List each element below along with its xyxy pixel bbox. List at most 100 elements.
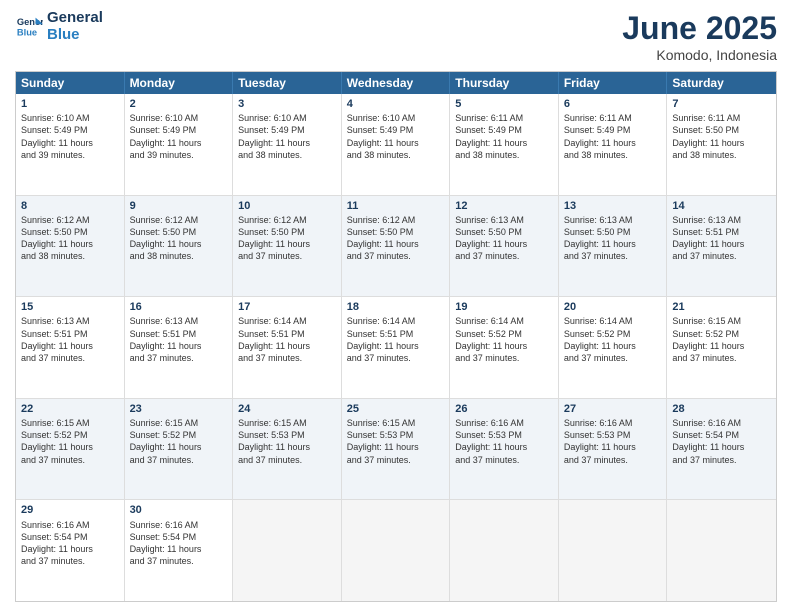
calendar: Sunday Monday Tuesday Wednesday Thursday… — [15, 71, 777, 602]
location: Komodo, Indonesia — [622, 47, 777, 63]
cell-info: Sunrise: 6:16 AMSunset: 5:54 PMDaylight:… — [130, 519, 228, 568]
cell-0-2: 3Sunrise: 6:10 AMSunset: 5:49 PMDaylight… — [233, 94, 342, 195]
week-row-1: 1Sunrise: 6:10 AMSunset: 5:49 PMDaylight… — [16, 94, 776, 196]
header-sunday: Sunday — [16, 72, 125, 94]
cell-info: Sunrise: 6:12 AMSunset: 5:50 PMDaylight:… — [238, 214, 336, 263]
cell-2-4: 19Sunrise: 6:14 AMSunset: 5:52 PMDayligh… — [450, 297, 559, 398]
cell-info: Sunrise: 6:12 AMSunset: 5:50 PMDaylight:… — [130, 214, 228, 263]
header: General Blue General Blue June 2025 Komo… — [15, 10, 777, 63]
cell-4-0: 29 Sunrise: 6:16 AMSunset: 5:54 PMDayligh… — [16, 500, 125, 601]
cell-1-3: 11Sunrise: 6:12 AMSunset: 5:50 PMDayligh… — [342, 196, 451, 297]
day-number: 14 — [672, 199, 771, 213]
cell-0-3: 4Sunrise: 6:10 AMSunset: 5:49 PMDaylight… — [342, 94, 451, 195]
day-number: 2 — [130, 97, 228, 111]
cell-info: Sunrise: 6:13 AMSunset: 5:51 PMDaylight:… — [130, 315, 228, 364]
calendar-header: Sunday Monday Tuesday Wednesday Thursday… — [16, 72, 776, 94]
day-number: 22 — [21, 402, 119, 416]
cell-2-6: 21Sunrise: 6:15 AMSunset: 5:52 PMDayligh… — [667, 297, 776, 398]
day-number: 16 — [130, 300, 228, 314]
day-number: 25 — [347, 402, 445, 416]
week-row-4: 22Sunrise: 6:15 AMSunset: 5:52 PMDayligh… — [16, 399, 776, 501]
cell-1-0: 8Sunrise: 6:12 AMSunset: 5:50 PMDaylight… — [16, 196, 125, 297]
cell-info: Sunrise: 6:10 AMSunset: 5:49 PMDaylight:… — [238, 112, 336, 161]
header-saturday: Saturday — [667, 72, 776, 94]
logo-wordmark: General Blue — [47, 10, 103, 43]
calendar-body: 1Sunrise: 6:10 AMSunset: 5:49 PMDaylight… — [16, 94, 776, 601]
day-number: 3 — [238, 97, 336, 111]
cell-1-2: 10Sunrise: 6:12 AMSunset: 5:50 PMDayligh… — [233, 196, 342, 297]
cell-3-6: 28Sunrise: 6:16 AMSunset: 5:54 PMDayligh… — [667, 399, 776, 500]
day-number: 4 — [347, 97, 445, 111]
cell-0-6: 7Sunrise: 6:11 AMSunset: 5:50 PMDaylight… — [667, 94, 776, 195]
week-row-5: 29 Sunrise: 6:16 AMSunset: 5:54 PMDayligh… — [16, 500, 776, 601]
cell-2-2: 17Sunrise: 6:14 AMSunset: 5:51 PMDayligh… — [233, 297, 342, 398]
cell-info: Sunrise: 6:15 AMSunset: 5:52 PMDaylight:… — [130, 417, 228, 466]
cell-info: Sunrise: 6:14 AMSunset: 5:51 PMDaylight:… — [347, 315, 445, 364]
cell-info: Sunrise: 6:13 AMSunset: 5:50 PMDaylight:… — [564, 214, 662, 263]
header-friday: Friday — [559, 72, 668, 94]
day-number: 24 — [238, 402, 336, 416]
logo-line1: General — [47, 10, 103, 27]
header-thursday: Thursday — [450, 72, 559, 94]
day-number: 28 — [672, 402, 771, 416]
cell-1-6: 14Sunrise: 6:13 AMSunset: 5:51 PMDayligh… — [667, 196, 776, 297]
logo: General Blue General Blue — [15, 10, 103, 43]
cell-0-0: 1Sunrise: 6:10 AMSunset: 5:49 PMDaylight… — [16, 94, 125, 195]
cell-info: Sunrise: 6:10 AMSunset: 5:49 PMDaylight:… — [347, 112, 445, 161]
cell-1-1: 9Sunrise: 6:12 AMSunset: 5:50 PMDaylight… — [125, 196, 234, 297]
day-number: 21 — [672, 300, 771, 314]
cell-info: Sunrise: 6:13 AMSunset: 5:51 PMDaylight:… — [672, 214, 771, 263]
cell-3-2: 24Sunrise: 6:15 AMSunset: 5:53 PMDayligh… — [233, 399, 342, 500]
day-number: 18 — [347, 300, 445, 314]
day-number: 29 — [21, 503, 119, 517]
svg-text:Blue: Blue — [17, 27, 37, 37]
cell-info: Sunrise: 6:16 AMSunset: 5:54 PMDaylight:… — [21, 519, 119, 568]
cell-2-0: 15Sunrise: 6:13 AMSunset: 5:51 PMDayligh… — [16, 297, 125, 398]
cell-4-4 — [450, 500, 559, 601]
cell-1-4: 12Sunrise: 6:13 AMSunset: 5:50 PMDayligh… — [450, 196, 559, 297]
week-row-3: 15Sunrise: 6:13 AMSunset: 5:51 PMDayligh… — [16, 297, 776, 399]
cell-info: Sunrise: 6:12 AMSunset: 5:50 PMDaylight:… — [21, 214, 119, 263]
cell-info: Sunrise: 6:10 AMSunset: 5:49 PMDaylight:… — [21, 112, 119, 161]
logo-line2: Blue — [47, 27, 103, 44]
day-number: 12 — [455, 199, 553, 213]
cell-4-2 — [233, 500, 342, 601]
page: General Blue General Blue June 2025 Komo… — [0, 0, 792, 612]
day-number: 8 — [21, 199, 119, 213]
cell-2-5: 20Sunrise: 6:14 AMSunset: 5:52 PMDayligh… — [559, 297, 668, 398]
cell-4-3 — [342, 500, 451, 601]
cell-info: Sunrise: 6:15 AMSunset: 5:52 PMDaylight:… — [672, 315, 771, 364]
cell-4-1: 30 Sunrise: 6:16 AMSunset: 5:54 PMDayligh… — [125, 500, 234, 601]
cell-info: Sunrise: 6:14 AMSunset: 5:52 PMDaylight:… — [564, 315, 662, 364]
cell-info: Sunrise: 6:12 AMSunset: 5:50 PMDaylight:… — [347, 214, 445, 263]
day-number: 20 — [564, 300, 662, 314]
cell-4-5 — [559, 500, 668, 601]
day-number: 1 — [21, 97, 119, 111]
cell-info: Sunrise: 6:15 AMSunset: 5:53 PMDaylight:… — [347, 417, 445, 466]
cell-info: Sunrise: 6:11 AMSunset: 5:49 PMDaylight:… — [455, 112, 553, 161]
header-wednesday: Wednesday — [342, 72, 451, 94]
cell-info: Sunrise: 6:13 AMSunset: 5:51 PMDaylight:… — [21, 315, 119, 364]
day-number: 10 — [238, 199, 336, 213]
cell-info: Sunrise: 6:13 AMSunset: 5:50 PMDaylight:… — [455, 214, 553, 263]
cell-3-0: 22Sunrise: 6:15 AMSunset: 5:52 PMDayligh… — [16, 399, 125, 500]
title-block: June 2025 Komodo, Indonesia — [622, 10, 777, 63]
cell-info: Sunrise: 6:10 AMSunset: 5:49 PMDaylight:… — [130, 112, 228, 161]
cell-info: Sunrise: 6:11 AMSunset: 5:50 PMDaylight:… — [672, 112, 771, 161]
day-number: 7 — [672, 97, 771, 111]
cell-info: Sunrise: 6:11 AMSunset: 5:49 PMDaylight:… — [564, 112, 662, 161]
month-title: June 2025 — [622, 10, 777, 47]
cell-info: Sunrise: 6:15 AMSunset: 5:53 PMDaylight:… — [238, 417, 336, 466]
day-number: 27 — [564, 402, 662, 416]
day-number: 30 — [130, 503, 228, 517]
day-number: 11 — [347, 199, 445, 213]
cell-info: Sunrise: 6:15 AMSunset: 5:52 PMDaylight:… — [21, 417, 119, 466]
cell-3-5: 27Sunrise: 6:16 AMSunset: 5:53 PMDayligh… — [559, 399, 668, 500]
day-number: 9 — [130, 199, 228, 213]
cell-0-5: 6Sunrise: 6:11 AMSunset: 5:49 PMDaylight… — [559, 94, 668, 195]
day-number: 17 — [238, 300, 336, 314]
day-number: 13 — [564, 199, 662, 213]
day-number: 26 — [455, 402, 553, 416]
cell-0-1: 2Sunrise: 6:10 AMSunset: 5:49 PMDaylight… — [125, 94, 234, 195]
cell-3-4: 26Sunrise: 6:16 AMSunset: 5:53 PMDayligh… — [450, 399, 559, 500]
